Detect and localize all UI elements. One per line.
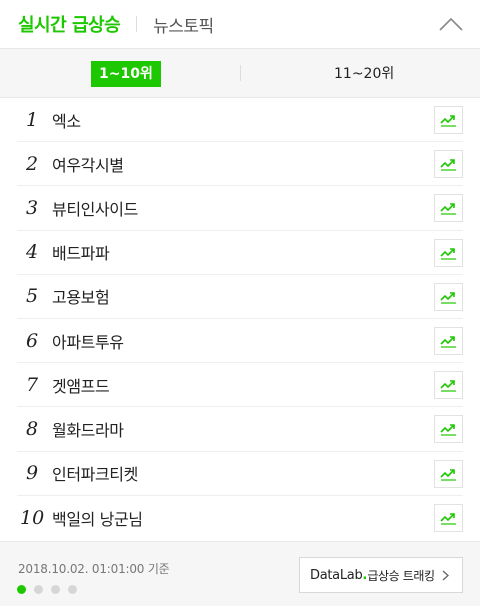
trend-chart-icon [440,201,457,215]
rank-keyword[interactable]: 백일의 낭군님 [52,506,143,530]
trend-chart-button[interactable] [434,282,463,311]
datalab-trending-button[interactable]: DataLab. 급상승 트래킹 [299,557,463,593]
rank-number: 1 [26,108,39,131]
rank-keyword[interactable]: 겟앰프드 [52,373,110,397]
rank-row[interactable]: 8 월화드라마 [17,407,463,452]
rank-row[interactable]: 3 뷰티인사이드 [17,186,463,231]
trend-chart-button[interactable] [434,415,463,444]
rank-number: 3 [26,196,39,219]
rank-keyword[interactable]: 엑소 [52,108,81,132]
trend-chart-button[interactable] [434,238,463,267]
page-dot[interactable] [34,585,43,594]
rank-number: 4 [26,241,39,264]
trend-chart-icon [440,422,457,436]
trend-chart-icon [440,246,457,260]
trend-chart-button[interactable] [434,106,463,134]
rank-keyword[interactable]: 뷰티인사이드 [52,196,138,220]
collapse-button[interactable] [436,10,466,38]
rank-keyword[interactable]: 고용보험 [52,284,110,308]
rank-number: 10 [20,506,45,529]
tab-realtime-trending[interactable]: 실시간 급상승 [18,11,121,37]
page-indicator [17,585,77,594]
tab-rank-11-20[interactable]: 11~20위 [326,61,402,87]
timestamp: 2018.10.02. 01:01:00 기준 [18,562,170,576]
trend-chart-icon [440,334,457,348]
widget-footer: 2018.10.02. 01:01:00 기준 DataLab. 급상승 트래킹 [0,541,480,606]
datalab-label: 급상승 트래킹 [367,568,435,583]
tab-rank-1-10[interactable]: 1~10위 [91,61,161,87]
trend-chart-button[interactable] [434,194,463,223]
page-dot[interactable] [68,585,77,594]
rank-row[interactable]: 10 백일의 낭군님 [17,496,463,540]
rank-keyword[interactable]: 배드파파 [52,240,110,264]
trend-chart-button[interactable] [434,326,463,355]
rank-row[interactable]: 4 배드파파 [17,231,463,275]
trend-chart-icon [440,113,457,127]
trend-chart-button[interactable] [434,503,463,532]
rank-row[interactable]: 9 인터파크티켓 [17,452,463,496]
rank-number: 5 [26,285,39,308]
trend-chart-icon [440,511,457,525]
chevron-right-icon [442,570,449,580]
chevron-up-icon [439,17,463,31]
rank-keyword[interactable]: 여우각시별 [52,152,124,176]
rank-list: 1 엑소 2 여우각시별 3 뷰티인사이드 4 배드파파 5 고용보험 6 아파트투유 7 겟앰프드 8 월화… [0,98,480,540]
trend-chart-icon [440,378,457,392]
realtime-trending-widget: 실시간 급상승 뉴스토픽 1~10위 11~20위 1 엑소 2 여우각시별 3 뷰티인사… [0,0,480,606]
rank-row[interactable]: 1 엑소 [17,98,463,143]
rank-keyword[interactable]: 인터파크티켓 [52,461,138,485]
page-dot[interactable] [17,585,26,594]
rank-number: 7 [26,373,39,396]
range-divider [240,65,241,81]
datalab-brand: DataLab [310,567,363,583]
trend-chart-button[interactable] [434,150,463,179]
trend-chart-icon [440,467,457,481]
page-dot[interactable] [51,585,60,594]
rank-keyword[interactable]: 월화드라마 [52,417,124,441]
rank-row[interactable]: 5 고용보험 [17,275,463,319]
trend-chart-icon [440,290,457,304]
tab-news-topic[interactable]: 뉴스토픽 [153,12,214,37]
rank-row[interactable]: 6 아파트투유 [17,319,463,364]
rank-keyword[interactable]: 아파트투유 [52,329,124,353]
tab-divider [136,16,138,32]
trend-chart-button[interactable] [434,371,463,400]
rank-row[interactable]: 7 겟앰프드 [17,363,463,408]
rank-row[interactable]: 2 여우각시별 [17,142,463,187]
trend-chart-button[interactable] [434,459,463,488]
rank-range-toggle: 1~10위 11~20위 [0,48,480,98]
rank-number: 2 [26,152,39,175]
widget-header: 실시간 급상승 뉴스토픽 [0,0,480,48]
trend-chart-icon [440,157,457,171]
rank-number: 8 [26,417,39,440]
rank-number: 6 [26,329,39,352]
rank-number: 9 [26,462,39,485]
